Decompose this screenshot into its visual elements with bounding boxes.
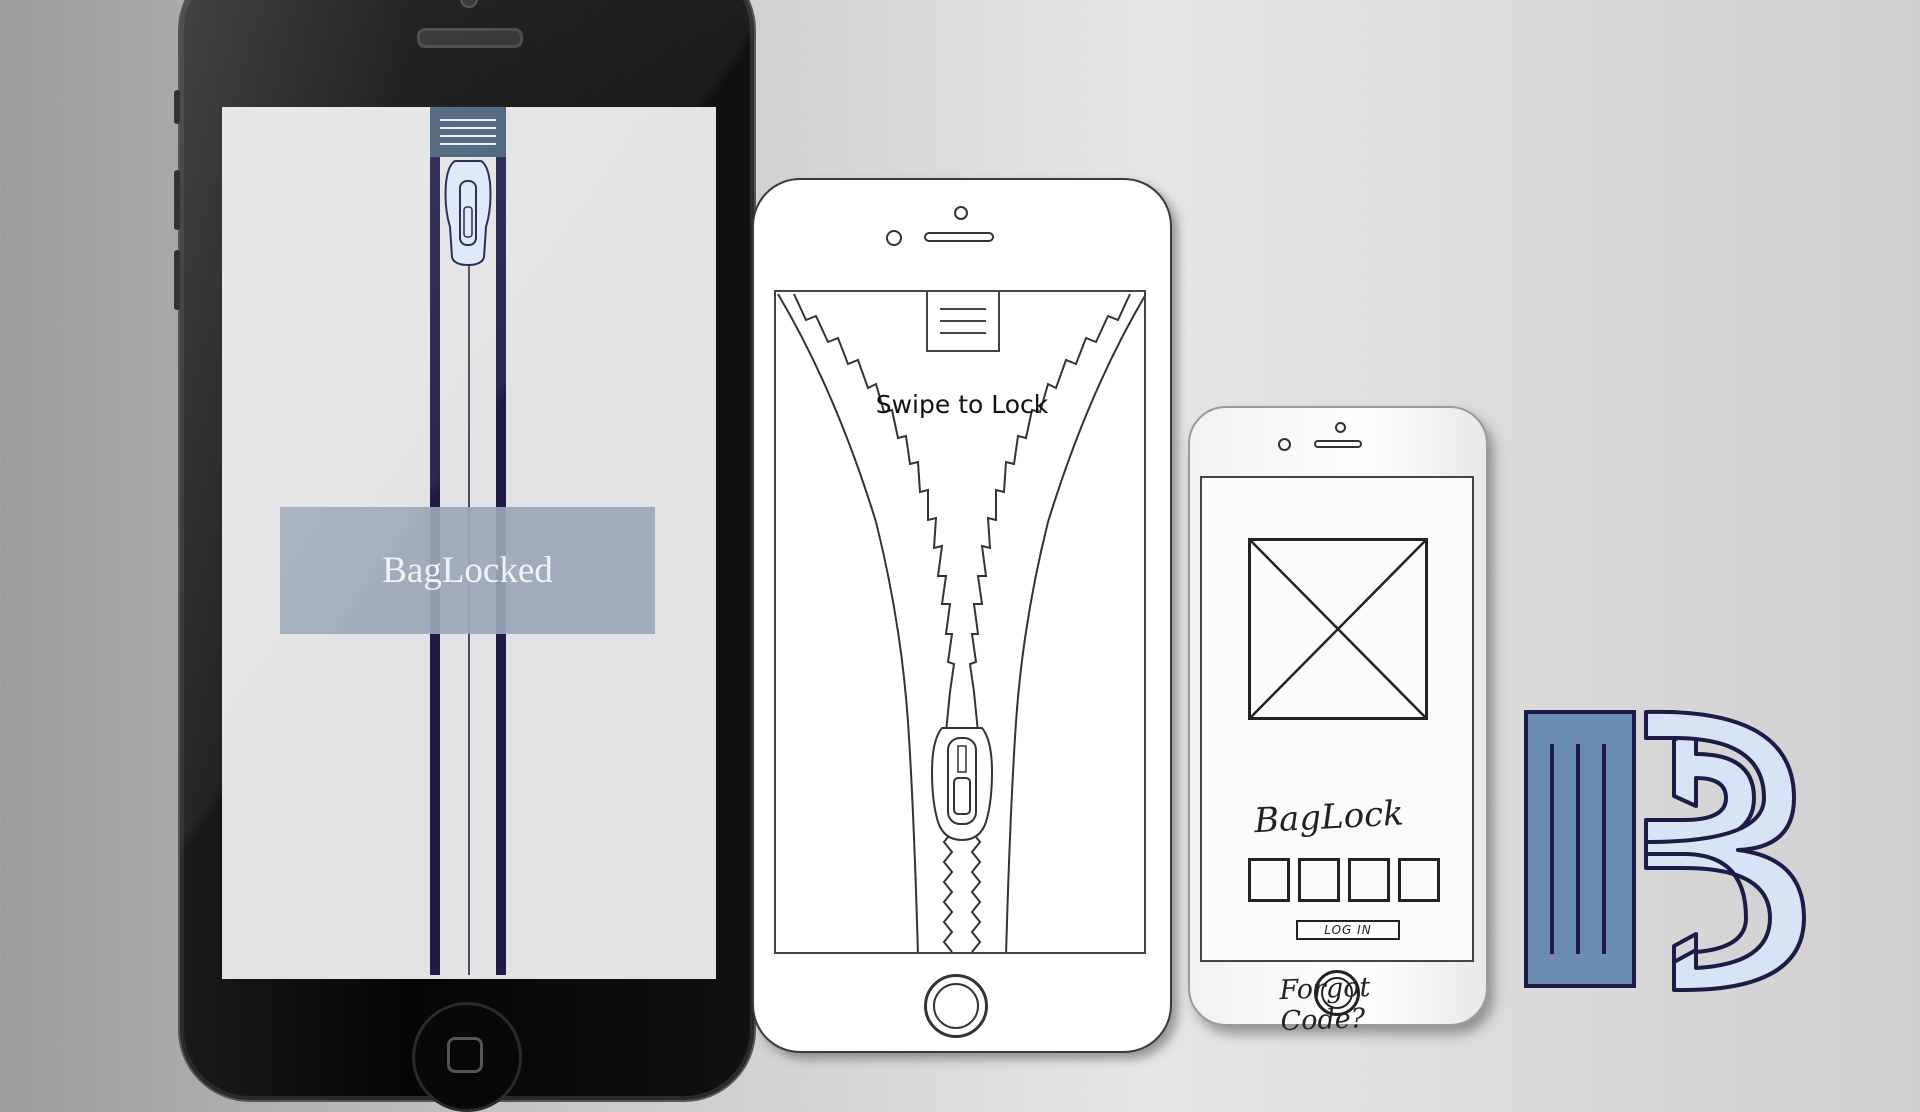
phone-wireframe-screen: Swipe to Lock <box>774 290 1146 954</box>
phone-dark-mockup: BagLocked <box>174 0 754 1112</box>
swipe-to-lock-label: Swipe to Lock <box>875 390 1049 419</box>
earpiece-speaker <box>417 28 523 48</box>
home-square-icon <box>447 1037 483 1073</box>
volume-down-button <box>174 250 180 310</box>
code-digit-1[interactable] <box>1248 858 1290 902</box>
home-button[interactable] <box>924 974 988 1038</box>
front-camera <box>1335 422 1346 433</box>
sketch-app-name: BagLock <box>1253 793 1405 842</box>
home-button[interactable] <box>1314 970 1360 1016</box>
volume-up-button <box>174 170 180 230</box>
phone-sketch-screen: BagLock LOG IN Forgot Code? <box>1200 476 1474 1037</box>
proximity-sensor <box>886 230 902 246</box>
home-button[interactable] <box>412 1002 522 1112</box>
earpiece-speaker <box>1314 440 1362 448</box>
image-placeholder-icon <box>1248 538 1428 720</box>
app-title: BagLocked <box>382 550 553 591</box>
phone-wireframe-mockup: Swipe to Lock <box>752 178 1172 1053</box>
hamburger-menu-icon[interactable] <box>926 292 1000 352</box>
proximity-sensor <box>1278 438 1291 451</box>
zipper-pull-icon[interactable] <box>930 727 994 842</box>
baglock-logo-icon <box>1524 708 1806 993</box>
phone-dark-screen: BagLocked <box>222 107 716 979</box>
phone-sketch-mockup: BagLock LOG IN Forgot Code? <box>1188 406 1488 1037</box>
zipper-pull-icon[interactable] <box>444 160 492 267</box>
login-button[interactable]: LOG IN <box>1296 920 1400 940</box>
forgot-code-link[interactable]: Forgot Code? <box>1279 969 1461 1037</box>
code-digit-4[interactable] <box>1398 858 1440 902</box>
front-camera <box>954 206 968 220</box>
mute-switch <box>174 90 180 124</box>
earpiece-speaker <box>924 232 994 242</box>
hamburger-menu-icon[interactable] <box>430 107 506 157</box>
app-title-banner: BagLocked <box>280 507 655 634</box>
code-digit-2[interactable] <box>1298 858 1340 902</box>
code-digit-3[interactable] <box>1348 858 1390 902</box>
